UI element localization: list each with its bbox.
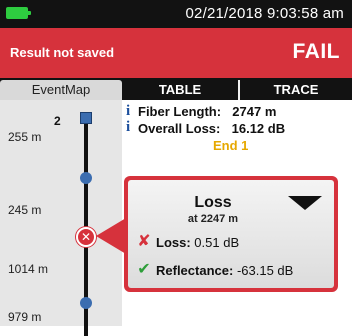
- distance-label: 245 m: [8, 203, 42, 217]
- overall-loss-value: 16.12 dB: [231, 121, 286, 136]
- event-dot[interactable]: [80, 297, 92, 309]
- view-tabs: EventMap TABLE TRACE: [0, 78, 352, 100]
- event-dot[interactable]: [80, 172, 92, 184]
- battery-full-icon: [6, 7, 31, 19]
- distance-label: 979 m: [8, 310, 42, 324]
- tab-table[interactable]: TABLE: [122, 80, 238, 100]
- pass-check-icon: ✔: [137, 261, 151, 278]
- fail-event-icon[interactable]: ✕: [76, 227, 96, 247]
- chevron-down-icon[interactable]: [288, 196, 322, 210]
- loss-value: 0.51 dB: [194, 235, 240, 250]
- verdict-label: FAIL: [292, 40, 340, 63]
- reflectance-row: Reflectance: -63.15 dB: [156, 263, 294, 278]
- fail-x-icon: ✘: [137, 233, 151, 250]
- top-status-bar: 02/21/2018 9:03:58 am: [0, 0, 352, 28]
- distance-label: 1014 m: [8, 262, 49, 276]
- fiber-length-label: Fiber Length: 2747 m: [138, 104, 277, 119]
- info-icon[interactable]: i: [126, 104, 134, 119]
- loss-row: Loss: 0.51 dB: [156, 235, 240, 250]
- popup-title: Loss: [194, 194, 232, 211]
- callout-pointer: [96, 218, 126, 254]
- launch-marker-icon[interactable]: [80, 112, 92, 124]
- marker-number: 2: [54, 114, 61, 128]
- fiber-length-value: 2747 m: [232, 104, 277, 119]
- overall-loss-label: Overall Loss: 16.12 dB: [138, 121, 286, 136]
- distance-label: 255 m: [8, 130, 42, 144]
- popup-body: Loss at 2247 m ✘ Loss: 0.51 dB ✔ Reflect…: [128, 180, 334, 288]
- end-label: End 1: [213, 138, 249, 153]
- reflectance-value: -63.15 dB: [236, 263, 294, 278]
- tab-trace[interactable]: TRACE: [238, 80, 352, 100]
- info-icon[interactable]: i: [126, 120, 134, 135]
- save-status-text: Result not saved: [10, 45, 115, 60]
- event-detail-popup[interactable]: Loss at 2247 m ✘ Loss: 0.51 dB ✔ Reflect…: [124, 176, 338, 292]
- tab-eventmap[interactable]: EventMap: [0, 80, 122, 100]
- popup-subtitle: at 2247 m: [187, 213, 239, 225]
- result-status-bar: Result not saved FAIL: [0, 28, 352, 78]
- date-time: 02/21/2018 9:03:58 am: [185, 5, 344, 22]
